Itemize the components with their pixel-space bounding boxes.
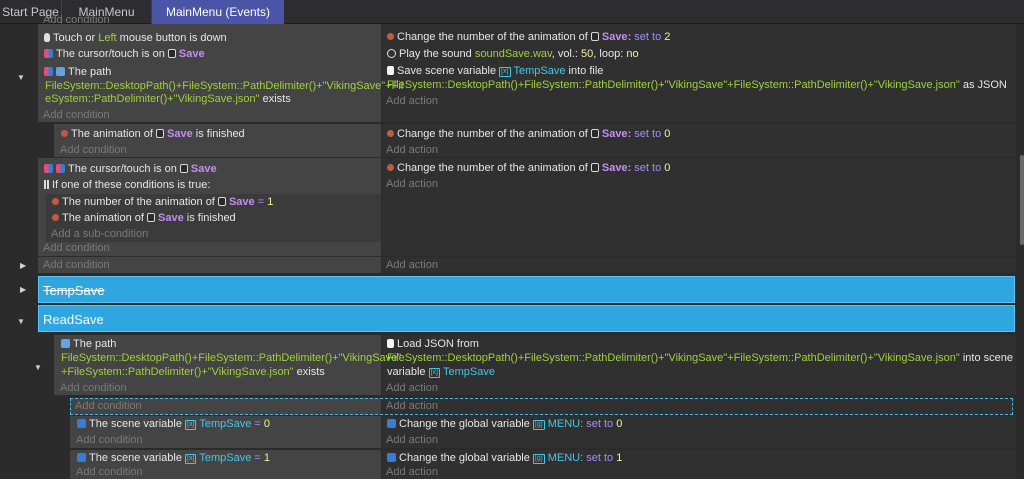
condition-touch-or-left[interactable]: Touch or Left mouse button is down	[44, 32, 227, 45]
add-action-link[interactable]: Add action	[386, 400, 438, 413]
group-tempsave[interactable]: TempSave	[38, 276, 1015, 303]
add-condition-link[interactable]: Add condition	[43, 259, 110, 272]
condition-scene-variable[interactable]: The scene variable [x] TempSave = 1	[77, 452, 270, 465]
action-save-variable[interactable]: Save scene variable [x] TempSave into fil…	[387, 65, 603, 78]
object-icon	[590, 163, 599, 172]
add-action-link[interactable]: Add action	[386, 466, 438, 479]
add-action-link[interactable]: Add action	[386, 95, 438, 108]
arrow-right-icon[interactable]: ▶	[20, 261, 26, 270]
action-change-animation[interactable]: Change the number of the animation of Sa…	[387, 128, 670, 141]
arrow-down-icon[interactable]: ▼	[17, 73, 25, 82]
variable-icon: [g]	[532, 454, 545, 464]
condition-cursor-on[interactable]: The cursor/touch is on Save	[44, 48, 205, 61]
variable-icon	[77, 453, 86, 462]
object-icon	[179, 164, 188, 173]
add-action-link[interactable]: Add action	[386, 382, 438, 395]
action-change-animation[interactable]: Change the number of the animation of Sa…	[387, 31, 670, 44]
animation-icon	[387, 130, 394, 137]
object-icon	[147, 213, 155, 222]
variable-icon: [x]	[185, 454, 197, 464]
variable-icon	[77, 419, 86, 428]
arrow-right-icon[interactable]: ▶	[20, 285, 26, 294]
group-readsave[interactable]: ReadSave	[38, 305, 1015, 332]
scrollbar-thumb[interactable]	[1020, 155, 1024, 245]
path-expression-cont: eSystem::PathDelimiter()+"VikingSave.jso…	[45, 93, 291, 105]
add-action-link[interactable]: Add action	[386, 259, 438, 272]
tab-mainmenu-events[interactable]: MainMenu (Events)	[152, 0, 284, 24]
add-action-link[interactable]: Add action	[386, 434, 438, 447]
file-icon	[387, 66, 394, 75]
add-condition-link[interactable]: Add condition	[60, 382, 127, 395]
add-condition-link[interactable]: Add condition	[43, 14, 110, 27]
subcondition-animation-number[interactable]: The number of the animation of Save = 1	[52, 196, 273, 209]
add-condition-link[interactable]: Add condition	[43, 242, 110, 255]
arrow-down-icon[interactable]: ▼	[17, 317, 25, 326]
variable-icon	[387, 419, 396, 428]
add-action-link[interactable]: Add action	[386, 144, 438, 157]
condition-scene-variable[interactable]: The scene variable [x] TempSave = 0	[77, 418, 270, 431]
or-icon	[44, 180, 49, 189]
tab-bar: Start Page MainMenu MainMenu (Events)	[0, 0, 1024, 24]
cursor-icon	[44, 164, 53, 173]
sound-icon	[387, 49, 396, 58]
add-subcondition-link[interactable]: Add a sub-condition	[51, 228, 148, 241]
condition-path-exists[interactable]: The path	[44, 66, 111, 79]
condition-or[interactable]: If one of these conditions is true:	[44, 179, 210, 192]
add-condition-link[interactable]: Add condition	[76, 466, 143, 479]
variable-icon	[387, 453, 396, 462]
object-icon	[590, 32, 599, 41]
cursor-icon	[44, 49, 53, 58]
empty-event-actions[interactable]	[382, 257, 1016, 273]
object-icon	[156, 129, 164, 138]
subcondition-animation-finished[interactable]: The animation of Save is finished	[52, 212, 236, 225]
cursor-icon	[56, 164, 65, 173]
object-icon	[590, 129, 599, 138]
action-change-global-variable[interactable]: Change the global variable [g] MENU: set …	[387, 452, 622, 465]
add-condition-link[interactable]: Add condition	[75, 400, 142, 413]
animation-icon	[52, 214, 59, 221]
path-expression: FileSystem::DesktopPath()+FileSystem::Pa…	[45, 80, 404, 92]
load-into-variable: variable [x] TempSave	[387, 366, 495, 378]
add-condition-link[interactable]: Add condition	[43, 109, 110, 122]
object-icon	[167, 49, 176, 58]
animation-icon	[387, 33, 394, 40]
path-icon	[61, 339, 70, 348]
add-condition-link[interactable]: Add condition	[76, 434, 143, 447]
animation-icon	[387, 164, 394, 171]
object-icon	[217, 197, 226, 206]
condition-animation-finished[interactable]: The animation of Save is finished	[61, 128, 245, 141]
animation-icon	[52, 198, 59, 205]
condition-cursor-on[interactable]: The cursor/touch is on Save	[44, 163, 217, 176]
condition-path-exists[interactable]: The path	[61, 338, 116, 351]
save-path-expression: FileSystem::DesktopPath()+FileSystem::Pa…	[387, 79, 1007, 91]
variable-icon: [x]	[499, 67, 511, 77]
animation-icon	[61, 130, 68, 137]
selection-outline	[70, 398, 1013, 415]
path-expression-cont: +FileSystem::PathDelimiter()+"VikingSave…	[61, 366, 325, 378]
action-load-json[interactable]: Load JSON from	[387, 338, 479, 351]
load-path-expression: FileSystem::DesktopPath()+FileSystem::Pa…	[387, 352, 1013, 364]
action-play-sound[interactable]: Play the sound soundSave.wav, vol.: 50, …	[387, 48, 639, 61]
vertical-scrollbar[interactable]	[1019, 24, 1024, 479]
path-expression: FileSystem::DesktopPath()+FileSystem::Pa…	[61, 352, 402, 364]
variable-icon: [x]	[428, 368, 440, 378]
file-icon	[387, 339, 394, 348]
add-action-link[interactable]: Add action	[386, 178, 438, 191]
action-change-global-variable[interactable]: Change the global variable [g] MENU: set …	[387, 418, 622, 431]
action-change-animation[interactable]: Change the number of the animation of Sa…	[387, 162, 670, 175]
mouse-icon	[44, 33, 50, 42]
variable-icon: [g]	[532, 420, 545, 430]
path-icon	[56, 67, 65, 76]
variable-icon: [x]	[185, 420, 197, 430]
cursor-icon	[44, 67, 53, 76]
add-condition-link[interactable]: Add condition	[60, 144, 127, 157]
arrow-down-icon[interactable]: ▼	[34, 363, 42, 372]
